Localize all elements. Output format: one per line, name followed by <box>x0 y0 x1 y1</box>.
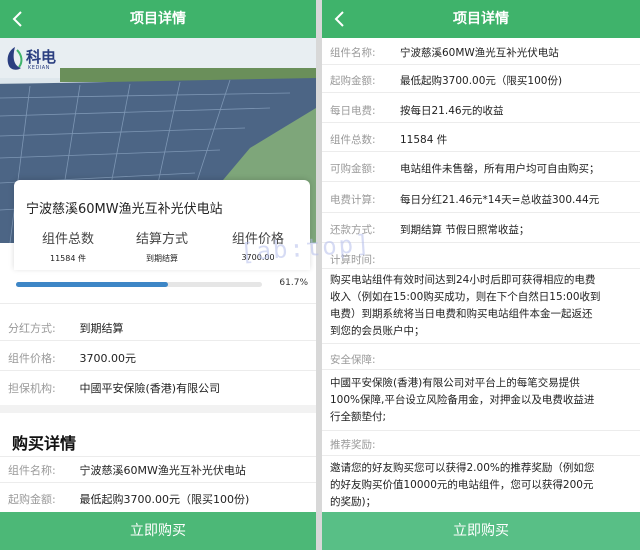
info-value: 中國平安保險(香港)有限公司 <box>79 382 221 395</box>
project-title: 宁波慈溪60MW渔光互补光伏电站 <box>26 202 223 217</box>
logo-subtext: KEDIAN <box>28 65 50 71</box>
detail-value: 最低起购3700.00元（限买100份) <box>400 75 563 87</box>
info-key: 分红方式: <box>8 322 56 335</box>
stat-settlement: 结算方式 到期结算 <box>112 228 212 264</box>
security-line: 行全额垫付; <box>330 411 387 423</box>
divider <box>322 343 640 344</box>
detail-key: 每日电费: <box>330 105 376 117</box>
section-gap <box>0 405 316 413</box>
security-line: 中國平安保險(香港)有限公司对平台上的每笔交易提供 <box>330 377 580 389</box>
detail-value: 到期结算 节假日照常收益； <box>400 224 530 236</box>
detail-row-available: 可购金额: 电站组件未售罄，所有用户均可自由购买； <box>330 161 600 176</box>
divider <box>322 92 640 93</box>
logo-mark-icon <box>7 47 23 70</box>
info-row-price: 组件价格: 3700.00元 <box>8 350 136 366</box>
left-screen: 项目详情 科电 KEDIAN 宁波慈溪60MW渔光互补光伏电站 组件总数 115… <box>0 0 316 550</box>
sales-progress: 61.7% <box>16 278 308 292</box>
purchase-row-min: 起购金额: 最低起购3700.00元（限买100份) <box>8 491 249 507</box>
divider <box>0 340 316 341</box>
purchase-row-name: 组件名称: 宁波慈溪60MW渔光互补光伏电站 <box>8 462 246 478</box>
divider <box>322 122 640 123</box>
chevron-left-icon <box>334 11 344 27</box>
rule-line: 购买电站组件有效时间达到24小时后即可获得相应的电费 <box>330 274 596 286</box>
reward-line: 的奖励)； <box>330 496 377 508</box>
info-value: 到期结算 <box>79 322 124 335</box>
detail-value: 11584 件 <box>400 134 448 146</box>
info-key: 起购金额: <box>8 493 56 506</box>
divider <box>322 151 640 152</box>
rule-line: 电费）到期系统将当日电费和购买电站组件本金一起返还 <box>330 308 593 320</box>
divider <box>322 212 640 213</box>
security-line: 100%保障,平台设立风险备用金，对押金以及电费收益进 <box>330 394 595 406</box>
info-value: 宁波慈溪60MW渔光互补光伏电站 <box>79 464 246 477</box>
info-row-dividend: 分红方式: 到期结算 <box>8 320 124 336</box>
logo-text: 科电 <box>26 48 57 66</box>
info-key: 担保机构: <box>8 382 56 395</box>
left-header: 项目详情 <box>0 0 316 38</box>
detail-row-calc: 电费计算: 每日分红21.46元*14天=总收益300.44元 <box>330 192 599 207</box>
buy-now-button[interactable]: 立即购买 <box>0 512 316 550</box>
reward-line: 邀请您的好友购买您可以获得2.00%的推荐奖励（例如您 <box>330 462 595 474</box>
stat-value: 11584 件 <box>50 254 86 263</box>
progress-track <box>16 282 262 287</box>
stat-value: 到期结算 <box>146 254 178 263</box>
detail-row-total: 组件总数: 11584 件 <box>330 132 447 147</box>
rule-paragraph: 购买电站组件有效时间达到24小时后即可获得相应的电费 收入（例如在15:00购买… <box>330 272 632 340</box>
divider <box>0 303 316 304</box>
divider <box>0 456 316 457</box>
stat-label: 组件总数 <box>41 232 94 247</box>
chevron-left-icon <box>12 11 22 27</box>
detail-value: 按每日21.46元的收益 <box>400 105 504 117</box>
divider <box>322 430 640 431</box>
back-button[interactable] <box>330 0 354 38</box>
security-label: 安全保障: <box>330 354 376 366</box>
right-screen: 项目详情 组件名称: 宁波慈溪60MW渔光互补光伏电站 起购金额: 最低起购3700… <box>322 0 640 550</box>
divider <box>322 268 640 269</box>
right-header: 项目详情 <box>322 0 640 38</box>
divider <box>0 370 316 371</box>
info-key: 组件价格: <box>8 352 56 365</box>
divider <box>322 64 640 65</box>
divider <box>322 369 640 370</box>
detail-value: 宁波慈溪60MW渔光互补光伏电站 <box>400 47 559 59</box>
reward-line: 的好友购买价值10000元的电站组件，您可以获得200元 <box>330 479 594 491</box>
reward-paragraph: 邀请您的好友购买您可以获得2.00%的推荐奖励（例如您 的好友购买价值10000… <box>330 460 632 511</box>
info-key: 组件名称: <box>8 464 56 477</box>
stat-label: 结算方式 <box>135 232 188 247</box>
detail-row-name: 组件名称: 宁波慈溪60MW渔光互补光伏电站 <box>330 45 559 60</box>
purchase-details-heading: 购买详情 <box>12 434 77 453</box>
divider <box>322 181 640 182</box>
security-paragraph: 中國平安保險(香港)有限公司对平台上的每笔交易提供 100%保障,平台设立风险备… <box>330 375 632 426</box>
divider <box>322 455 640 456</box>
divider <box>0 482 316 483</box>
detail-key: 起购金额: <box>330 75 376 87</box>
info-value: 3700.00元 <box>79 352 137 365</box>
detail-row-daily: 每日电费: 按每日21.46元的收益 <box>330 103 504 118</box>
rule-line: 到您的会员账户中； <box>330 325 425 337</box>
detail-row-min: 起购金额: 最低起购3700.00元（限买100份) <box>330 73 562 88</box>
info-row-guarantor: 担保机构: 中國平安保險(香港)有限公司 <box>8 380 220 396</box>
info-value: 最低起购3700.00元（限买100份) <box>79 493 250 506</box>
back-button[interactable] <box>8 0 32 38</box>
detail-value: 每日分红21.46元*14天=总收益300.44元 <box>400 194 600 206</box>
detail-value: 电站组件未售罄，所有用户均可自由购买； <box>400 163 600 175</box>
buy-now-button[interactable]: 立即购买 <box>322 512 640 550</box>
stat-total-units: 组件总数 11584 件 <box>18 228 118 264</box>
reward-label: 推荐奖励: <box>330 439 376 451</box>
detail-key: 可购金额: <box>330 163 376 175</box>
progress-percent: 61.7% <box>279 278 308 288</box>
detail-key: 组件名称: <box>330 47 376 59</box>
brand-logo: 科电 KEDIAN <box>4 44 64 74</box>
detail-key: 组件总数: <box>330 134 376 146</box>
rule-line: 收入（例如在15:00购买成功，则在下个自然日15:00收到 <box>330 291 601 303</box>
page-title: 项目详情 <box>453 11 509 27</box>
page-title: 项目详情 <box>130 11 186 27</box>
progress-fill <box>16 282 168 287</box>
detail-key: 电费计算: <box>330 194 376 206</box>
